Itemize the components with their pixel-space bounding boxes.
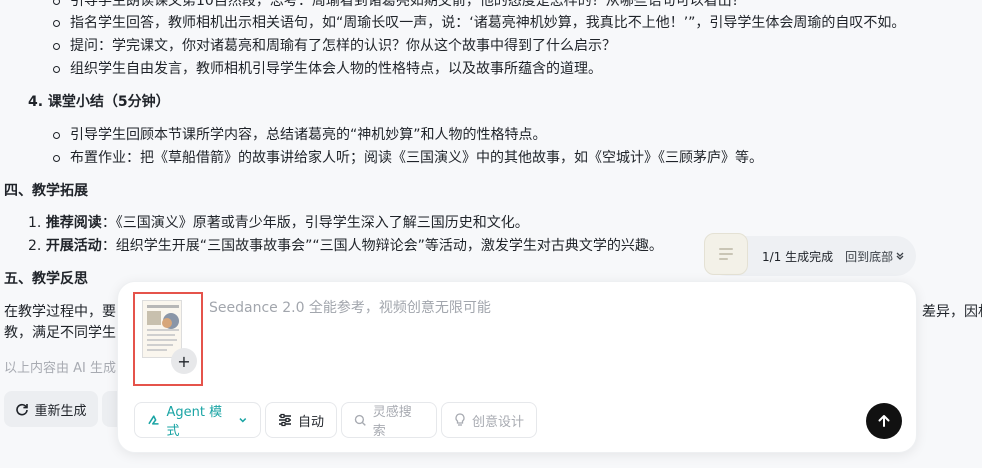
generation-progress: 1/1 生成完成: [762, 249, 834, 264]
ai-generated-note: 以上内容由 AI 生成: [4, 361, 116, 376]
double-chevron-down-icon: [896, 252, 904, 260]
paragraph-text: 在教学过程中，要: [4, 304, 116, 320]
list-bullet: [53, 20, 60, 27]
list-number: 2.: [28, 238, 42, 254]
generation-status-bar: 1/1 生成完成 回到底部: [704, 233, 916, 276]
agent-mode-dropdown[interactable]: Agent 模式: [134, 402, 261, 439]
list-item: 提问：学完课文，你对诸葛亮和周瑜有了怎样的认识？你从这个故事中得到了什么启示？: [70, 38, 616, 54]
list-item: 组织学生自由发言，教师相机引导学生体会人物的性格特点，以及故事所蕴含的道理。: [70, 61, 602, 77]
attached-image-highlight[interactable]: +: [133, 292, 203, 386]
creative-design-button[interactable]: 创意设计: [441, 402, 537, 438]
list-bullet: [53, 155, 60, 162]
list-item: 布置作业：把《草船借箭》的故事讲给家人听；阅读《三国演义》中的其他故事，如《空城…: [70, 150, 763, 166]
regenerate-button[interactable]: 重新生成: [4, 391, 98, 427]
item-text: ：组织学生开展“三国故事故事会”“三国人物辩论会”等活动，激发学生对古典文学的兴…: [101, 238, 663, 254]
list-item: 1. 推荐阅读：《三国演义》原著或青少年版，引导学生深入了解三国历史和文化。: [28, 213, 529, 233]
inspiration-search-button[interactable]: 灵感搜索: [341, 402, 437, 439]
prompt-composer: + Seedance 2.0 全能参考，视频创意无限可能 Agent 模式 自动…: [117, 281, 917, 453]
auto-settings-button[interactable]: 自动: [265, 402, 337, 438]
list-bullet: [53, 132, 60, 139]
creative-design-label: 创意设计: [472, 414, 525, 430]
section-heading: 四、教学拓展: [4, 183, 88, 199]
paragraph-text: 差异，因材: [922, 304, 982, 320]
auto-label: 自动: [298, 414, 325, 430]
list-item: 引导学生回顾本节课所学内容，总结诸葛亮的“神机妙算”和人物的性格特点。: [70, 127, 547, 143]
item-label: 开展活动: [45, 238, 102, 254]
list-item: 指名学生回答，教师相机出示相关语句，如“周瑜长叹一声，说：‘诸葛亮神机妙算，我真…: [70, 15, 906, 31]
arrow-up-icon: [878, 415, 890, 427]
add-attachment-button[interactable]: +: [171, 348, 197, 374]
scroll-to-bottom-label: 回到底部: [845, 249, 894, 264]
list-item: 引导学生朗读课文第10自然段，思考：周瑜看到诸葛亮如期交箭，他的态度是怎样的？从…: [70, 0, 746, 9]
list-bullet: [53, 0, 60, 5]
section-heading: 五、教学反思: [4, 271, 88, 287]
list-bullet: [53, 66, 60, 73]
list-bullet: [53, 43, 60, 50]
document-icon: [704, 233, 748, 275]
regenerate-label: 重新生成: [34, 403, 87, 419]
item-text: ：《三国演义》原著或青少年版，引导学生深入了解三国历史和文化。: [101, 215, 529, 231]
list-number: 1.: [28, 215, 42, 231]
list-item: 2. 开展活动：组织学生开展“三国故事故事会”“三国人物辩论会”等活动，激发学生…: [28, 236, 663, 256]
sliders-icon: [279, 413, 291, 427]
agent-mode-label: Agent 模式: [166, 405, 223, 439]
lightbulb-icon: [455, 413, 465, 426]
paragraph-text: 教，满足不同学生: [4, 325, 116, 341]
agent-icon: [148, 415, 159, 425]
item-label: 推荐阅读: [45, 215, 102, 231]
prompt-input[interactable]: Seedance 2.0 全能参考，视频创意无限可能: [209, 297, 491, 317]
scroll-to-bottom-link[interactable]: 回到底部: [845, 248, 905, 265]
search-icon: [354, 414, 366, 426]
plus-icon: +: [177, 351, 191, 371]
section-heading: 4. 课堂小结（5分钟）: [28, 94, 170, 110]
chevron-down-icon: [239, 418, 247, 423]
refresh-icon: [16, 403, 29, 416]
send-button[interactable]: [866, 403, 902, 439]
inspiration-search-label: 灵感搜索: [372, 405, 412, 439]
